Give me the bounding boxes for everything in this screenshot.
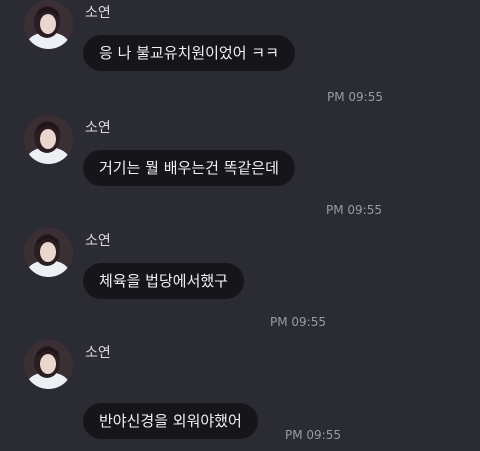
message-bubble[interactable]: 응 나 불교유치원이었어 ㅋㅋ (83, 35, 295, 71)
message-group: 소연 거기는 뭘 배우는건 똑같은데 PM 09:55 (0, 115, 480, 227)
message-bubble[interactable]: 거기는 뭘 배우는건 똑같은데 (83, 150, 295, 186)
message-bubble[interactable]: 체육을 법당에서했구 (83, 263, 244, 299)
message-timestamp: PM 09:55 (327, 90, 383, 104)
message-timestamp: PM 09:55 (270, 315, 326, 329)
message-bubble[interactable]: 반야신경을 외워야했어 (83, 403, 258, 439)
message-group: 소연 반야신경을 외워야했어 PM 09:55 (0, 340, 480, 451)
message-timestamp: PM 09:55 (285, 428, 341, 442)
sender-name: 소연 (85, 5, 111, 21)
message-group: 소연 응 나 불교유치원이었어 ㅋㅋ PM 09:55 (0, 0, 480, 112)
avatar[interactable] (24, 0, 73, 49)
avatar[interactable] (24, 228, 73, 277)
sender-name: 소연 (85, 345, 111, 361)
sender-name: 소연 (85, 120, 111, 136)
sender-name: 소연 (85, 233, 111, 249)
message-group: 소연 체육을 법당에서했구 PM 09:55 (0, 228, 480, 340)
chat-window: 소연 응 나 불교유치원이었어 ㅋㅋ PM 09:55 소연 거기는 뭘 배우는… (0, 0, 480, 451)
message-timestamp: PM 09:55 (326, 203, 382, 217)
avatar[interactable] (24, 115, 73, 164)
avatar[interactable] (24, 340, 73, 389)
